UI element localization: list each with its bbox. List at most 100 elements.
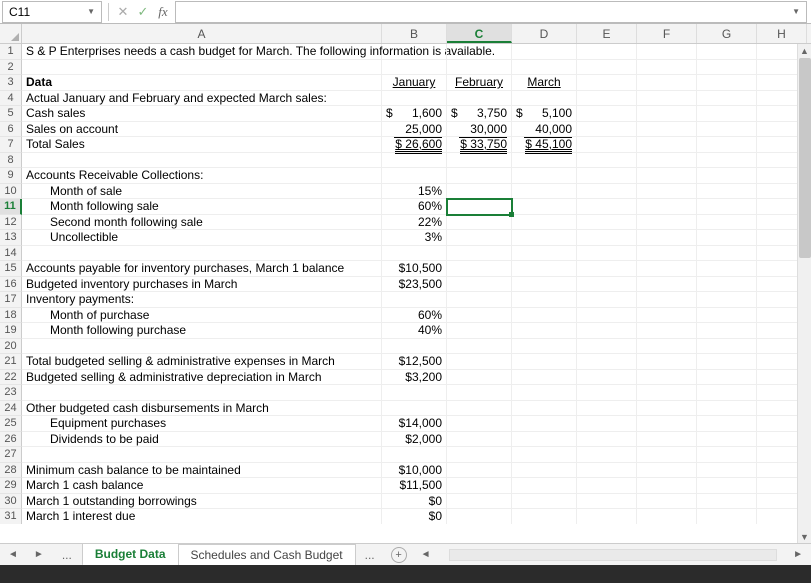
- cell-D21[interactable]: [512, 354, 577, 370]
- cell-G1[interactable]: [697, 44, 757, 60]
- row-header-1[interactable]: 1: [0, 44, 22, 60]
- cell-D5[interactable]: $5,100: [512, 106, 577, 122]
- cell-C27[interactable]: [447, 447, 512, 463]
- cell-F31[interactable]: [637, 509, 697, 524]
- formula-input[interactable]: ▼: [175, 1, 807, 23]
- cell-A23[interactable]: [22, 385, 382, 401]
- cell-D14[interactable]: [512, 246, 577, 262]
- cell-G9[interactable]: [697, 168, 757, 184]
- cell-C15[interactable]: [447, 261, 512, 277]
- cell-B28[interactable]: $10,000: [382, 463, 447, 479]
- cell-B8[interactable]: [382, 153, 447, 169]
- cell-E27[interactable]: [577, 447, 637, 463]
- cell-D7[interactable]: $ 45,100: [512, 137, 577, 153]
- cell-C11[interactable]: [447, 199, 512, 215]
- cell-F23[interactable]: [637, 385, 697, 401]
- cell-D12[interactable]: [512, 215, 577, 231]
- cell-D20[interactable]: [512, 339, 577, 355]
- cell-A30[interactable]: March 1 outstanding borrowings: [22, 494, 382, 510]
- cell-B4[interactable]: [382, 91, 447, 107]
- cell-B12[interactable]: 22%: [382, 215, 447, 231]
- cell-G16[interactable]: [697, 277, 757, 293]
- cell-E9[interactable]: [577, 168, 637, 184]
- row-header-15[interactable]: 15: [0, 261, 22, 277]
- cell-F7[interactable]: [637, 137, 697, 153]
- cell-G5[interactable]: [697, 106, 757, 122]
- cell-C21[interactable]: [447, 354, 512, 370]
- cell-E12[interactable]: [577, 215, 637, 231]
- fx-icon[interactable]: fx: [153, 2, 173, 22]
- cell-G13[interactable]: [697, 230, 757, 246]
- cell-F19[interactable]: [637, 323, 697, 339]
- cell-B31[interactable]: $0: [382, 509, 447, 524]
- cell-D15[interactable]: [512, 261, 577, 277]
- row-header-28[interactable]: 28: [0, 463, 22, 479]
- cell-A14[interactable]: [22, 246, 382, 262]
- tab-overflow[interactable]: ...: [52, 548, 82, 562]
- cell-C3[interactable]: February: [447, 75, 512, 91]
- cell-C12[interactable]: [447, 215, 512, 231]
- cell-D25[interactable]: [512, 416, 577, 432]
- cell-A20[interactable]: [22, 339, 382, 355]
- cell-E23[interactable]: [577, 385, 637, 401]
- cell-E8[interactable]: [577, 153, 637, 169]
- cell-F5[interactable]: [637, 106, 697, 122]
- cell-A29[interactable]: March 1 cash balance: [22, 478, 382, 494]
- row-header-9[interactable]: 9: [0, 168, 22, 184]
- cell-F1[interactable]: [637, 44, 697, 60]
- row-header-27[interactable]: 27: [0, 447, 22, 463]
- cell-A26[interactable]: Dividends to be paid: [22, 432, 382, 448]
- cell-D9[interactable]: [512, 168, 577, 184]
- cell-D17[interactable]: [512, 292, 577, 308]
- cell-B15[interactable]: $10,500: [382, 261, 447, 277]
- cell-E5[interactable]: [577, 106, 637, 122]
- col-header-A[interactable]: A: [22, 24, 382, 43]
- hscroll-left-icon[interactable]: ◄: [413, 549, 439, 560]
- cell-C31[interactable]: [447, 509, 512, 524]
- tab-nav-prev-icon[interactable]: ◄: [0, 549, 26, 560]
- cell-B22[interactable]: $3,200: [382, 370, 447, 386]
- cell-F6[interactable]: [637, 122, 697, 138]
- horizontal-scrollbar[interactable]: [449, 549, 778, 561]
- cell-C7[interactable]: $ 33,750: [447, 137, 512, 153]
- cell-A25[interactable]: Equipment purchases: [22, 416, 382, 432]
- row-header-17[interactable]: 17: [0, 292, 22, 308]
- cell-F22[interactable]: [637, 370, 697, 386]
- cell-F24[interactable]: [637, 401, 697, 417]
- cell-D1[interactable]: [512, 44, 577, 60]
- row-header-11[interactable]: 11: [0, 199, 22, 215]
- cell-A21[interactable]: Total budgeted selling & administrative …: [22, 354, 382, 370]
- cell-E30[interactable]: [577, 494, 637, 510]
- row-header-25[interactable]: 25: [0, 416, 22, 432]
- cell-B17[interactable]: [382, 292, 447, 308]
- cell-F30[interactable]: [637, 494, 697, 510]
- scroll-thumb[interactable]: [799, 58, 811, 258]
- row-header-5[interactable]: 5: [0, 106, 22, 122]
- add-sheet-icon[interactable]: +: [391, 547, 407, 563]
- cell-G22[interactable]: [697, 370, 757, 386]
- cell-D26[interactable]: [512, 432, 577, 448]
- col-header-H[interactable]: H: [757, 24, 807, 43]
- row-header-29[interactable]: 29: [0, 478, 22, 494]
- tab-more-dots[interactable]: ...: [355, 548, 385, 562]
- cell-E26[interactable]: [577, 432, 637, 448]
- sheet-tab-schedules[interactable]: Schedules and Cash Budget: [178, 544, 356, 565]
- row-header-13[interactable]: 13: [0, 230, 22, 246]
- cell-F25[interactable]: [637, 416, 697, 432]
- cell-E14[interactable]: [577, 246, 637, 262]
- cell-F11[interactable]: [637, 199, 697, 215]
- row-header-31[interactable]: 31: [0, 509, 22, 524]
- cell-B23[interactable]: [382, 385, 447, 401]
- cell-B24[interactable]: [382, 401, 447, 417]
- row-header-18[interactable]: 18: [0, 308, 22, 324]
- cell-D19[interactable]: [512, 323, 577, 339]
- cell-C23[interactable]: [447, 385, 512, 401]
- cell-E11[interactable]: [577, 199, 637, 215]
- cell-F26[interactable]: [637, 432, 697, 448]
- vertical-scrollbar[interactable]: ▲ ▼: [797, 44, 811, 544]
- cell-A8[interactable]: [22, 153, 382, 169]
- cell-F16[interactable]: [637, 277, 697, 293]
- row-header-30[interactable]: 30: [0, 494, 22, 510]
- cell-E17[interactable]: [577, 292, 637, 308]
- cell-G12[interactable]: [697, 215, 757, 231]
